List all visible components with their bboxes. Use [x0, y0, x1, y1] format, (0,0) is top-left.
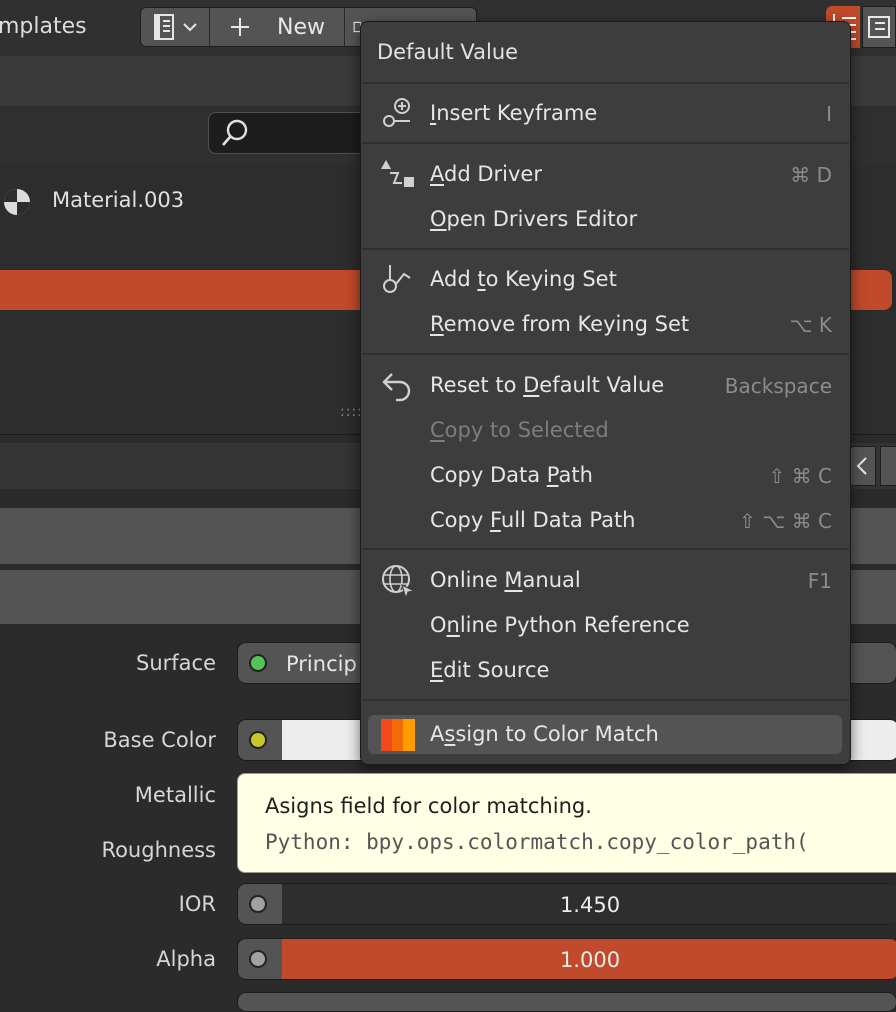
menu-item-copy-data-path[interactable]: Copy Data Path — [430, 463, 593, 487]
alpha-socket[interactable] — [238, 939, 278, 979]
shortcut-reset-default: Backspace — [724, 374, 832, 398]
shortcut-copy-data-path: ⇧ ⌘ C — [768, 464, 832, 488]
search-icon — [222, 119, 248, 146]
metallic-label: Metallic — [134, 783, 216, 807]
socket-dot-icon — [249, 731, 267, 749]
plus-icon — [231, 18, 249, 36]
menu-separator — [362, 82, 849, 84]
driver-icon — [381, 160, 414, 187]
roughness-label: Roughness — [101, 838, 216, 862]
menu-separator — [362, 142, 849, 144]
chevron-left-button[interactable] — [848, 446, 876, 486]
menu-item-assign-to-color-match[interactable]: Assign to Color Match — [430, 722, 659, 746]
base-color-socket[interactable] — [238, 720, 278, 760]
surface-socket[interactable] — [238, 643, 278, 683]
detail-view-toggle[interactable] — [862, 6, 896, 48]
socket-dot-icon — [249, 654, 267, 672]
template-icon — [154, 14, 174, 40]
color-match-icon — [381, 719, 415, 751]
ior-field[interactable]: 1.450 — [237, 883, 896, 925]
menu-separator — [362, 248, 849, 250]
menu-separator — [362, 353, 849, 355]
menu-separator — [362, 548, 849, 550]
socket-dot-icon — [249, 950, 267, 968]
chevron-left-icon — [856, 457, 867, 475]
new-button-label: New — [277, 14, 325, 40]
surface-shader-value: Princip — [286, 652, 357, 676]
datablock-button[interactable] — [880, 446, 896, 486]
tooltip-description: Asigns field for color matching. — [265, 794, 592, 818]
material-icon — [4, 189, 30, 215]
menu-item-remove-from-keying-set[interactable]: Remove from Keying Set — [430, 312, 689, 336]
menu-item-add-to-keying-set[interactable]: Add to Keying Set — [430, 267, 617, 291]
menu-item-insert-keyframe[interactable]: Insert Keyframe — [430, 101, 597, 125]
alpha-field[interactable]: 1.000 — [237, 938, 896, 980]
material-name[interactable]: Material.003 — [52, 188, 184, 212]
context-menu-title: Default Value — [377, 40, 519, 64]
keying-set-icon — [383, 265, 411, 293]
shortcut-online-manual: F1 — [807, 569, 832, 593]
shortcut-add-driver: ⌘ D — [790, 163, 832, 187]
undo-icon — [382, 373, 411, 402]
menu-item-open-drivers-editor[interactable]: Open Drivers Editor — [430, 207, 637, 231]
socket-dot-icon — [249, 895, 267, 913]
menu-separator — [362, 699, 849, 701]
menu-item-copy-to-selected[interactable]: Copy to Selected — [430, 418, 609, 442]
base-color-label: Base Color — [103, 728, 216, 752]
menu-item-add-driver[interactable]: Add Driver — [430, 162, 542, 186]
shortcut-insert-keyframe: I — [826, 102, 832, 126]
menu-item-reset-to-default[interactable]: Reset to Default Value — [430, 373, 664, 397]
ior-socket[interactable] — [238, 884, 278, 924]
template-browse-button[interactable] — [141, 7, 209, 47]
shortcut-copy-full-data-path: ⇧ ⌥ ⌘ C — [739, 509, 832, 533]
shortcut-remove-keying-set: ⌥ K — [789, 313, 832, 337]
menu-item-online-manual[interactable]: Online Manual — [430, 568, 581, 592]
next-field[interactable] — [237, 992, 896, 1012]
tooltip-python-path: Python: bpy.ops.colormatch.copy_color_pa… — [265, 830, 809, 854]
menu-item-edit-source[interactable]: Edit Source — [430, 658, 549, 682]
surface-label: Surface — [135, 651, 216, 675]
chevron-down-icon — [183, 23, 197, 32]
new-button[interactable]: New — [210, 7, 344, 47]
alpha-value: 1.000 — [559, 948, 621, 972]
menu-item-online-python-reference[interactable]: Online Python Reference — [430, 613, 690, 637]
detail-icon — [868, 16, 890, 38]
keyframe-icon — [383, 98, 410, 127]
templates-menu[interactable]: mplates — [0, 14, 87, 39]
globe-icon — [382, 565, 416, 599]
menu-item-copy-full-data-path[interactable]: Copy Full Data Path — [430, 508, 636, 532]
ior-value: 1.450 — [559, 893, 621, 917]
alpha-label: Alpha — [156, 947, 216, 971]
ior-label: IOR — [178, 892, 216, 916]
tooltip — [237, 773, 896, 873]
browse-button[interactable] — [345, 7, 361, 47]
